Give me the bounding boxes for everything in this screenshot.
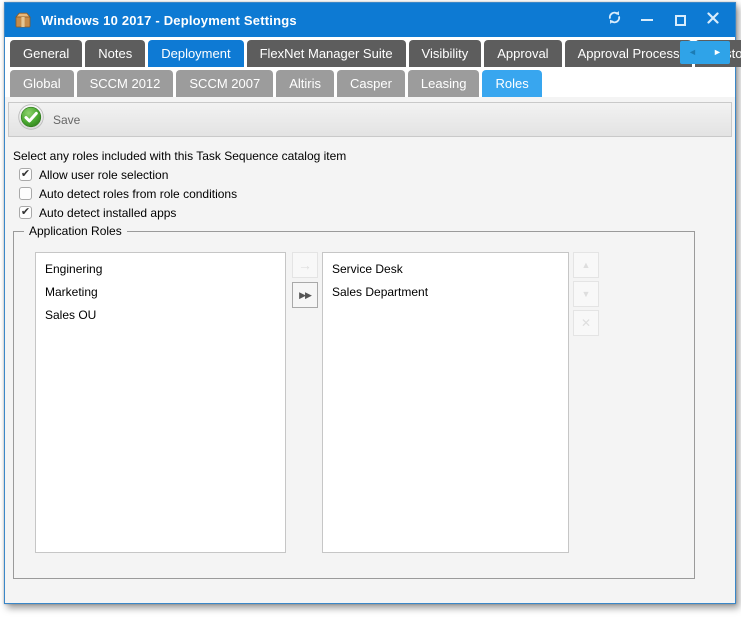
checkbox-label: Auto detect installed apps (39, 206, 176, 220)
maximize-icon (675, 15, 686, 26)
application-roles-groupbox: Application Roles Enginering Marketing S… (13, 231, 695, 579)
available-role-item[interactable]: Marketing (36, 281, 285, 304)
deployment-settings-window: Windows 10 2017 - Deployment Settings (4, 2, 736, 604)
save-button-label: Save (53, 113, 80, 127)
refresh-icon (607, 10, 622, 30)
primary-tab[interactable]: Approval Process (565, 40, 693, 67)
move-all-right-button[interactable]: ▶▶ (292, 282, 318, 308)
checkbox[interactable]: ✔ (19, 187, 32, 200)
check-icon: ✔ (21, 207, 30, 218)
secondary-tab[interactable]: Casper (337, 70, 405, 97)
save-button[interactable]: Save (14, 102, 92, 137)
primary-tab[interactable]: General (10, 40, 82, 67)
primary-tab[interactable]: Approval (484, 40, 561, 67)
primary-tab[interactable]: Notes (85, 40, 145, 67)
primary-tab[interactable]: FlexNet Manager Suite (247, 40, 406, 67)
refresh-button[interactable] (602, 8, 626, 32)
window-title: Windows 10 2017 - Deployment Settings (41, 13, 297, 28)
move-right-button[interactable]: → (292, 252, 318, 278)
groupbox-title: Application Roles (24, 224, 127, 238)
primary-tab[interactable]: Deployment (148, 40, 243, 67)
transfer-arrow-icon: → (298, 258, 312, 272)
checkbox-group: ✔ Allow user role selection ✔ Auto detec… (19, 165, 732, 222)
minimize-button[interactable] (635, 8, 659, 32)
screen: Windows 10 2017 - Deployment Settings (0, 0, 741, 618)
checkbox-label: Allow user role selection (39, 168, 168, 182)
toolbar: Save (8, 102, 732, 137)
assigned-role-item[interactable]: Sales Department (323, 281, 568, 304)
available-role-item[interactable]: Enginering (36, 258, 285, 281)
tab-scroll-buttons: ◄ ► (680, 41, 730, 64)
checkbox-row[interactable]: ✔ Auto detect roles from role conditions (19, 184, 732, 203)
primary-tab[interactable]: Visibility (409, 40, 482, 67)
remove-button[interactable]: ✕ (573, 310, 599, 336)
tab-scroll-right-icon[interactable]: ► (713, 48, 722, 57)
secondary-tab[interactable]: Altiris (276, 70, 334, 97)
checkbox-row[interactable]: ✔ Allow user role selection (19, 165, 732, 184)
secondary-tab[interactable]: SCCM 2007 (176, 70, 273, 97)
window-controls (602, 8, 725, 32)
titlebar[interactable]: Windows 10 2017 - Deployment Settings (5, 3, 735, 37)
primary-tab-bar: General Notes Deployment FlexNet Manager… (5, 37, 735, 67)
secondary-tab[interactable]: Global (10, 70, 74, 97)
checkbox-row[interactable]: ✔ Auto detect installed apps (19, 203, 732, 222)
package-icon (14, 12, 32, 28)
available-roles-list[interactable]: Enginering Marketing Sales OU (35, 252, 286, 553)
assigned-role-item[interactable]: Service Desk (323, 258, 568, 281)
checkbox[interactable]: ✔ (19, 168, 32, 181)
order-buttons: ▲ ▼ ✕ (573, 252, 599, 336)
maximize-button[interactable] (668, 8, 692, 32)
instruction-text: Select any roles included with this Task… (13, 149, 732, 163)
check-icon: ✔ (21, 169, 30, 180)
available-role-item[interactable]: Sales OU (36, 304, 285, 327)
secondary-tab[interactable]: SCCM 2012 (77, 70, 174, 97)
minimize-icon (641, 19, 653, 21)
checkbox[interactable]: ✔ (19, 206, 32, 219)
content-area: Save Select any roles included with this… (5, 97, 735, 603)
close-icon (707, 11, 719, 29)
close-button[interactable] (701, 8, 725, 32)
move-up-button[interactable]: ▲ (573, 252, 599, 278)
secondary-tab[interactable]: Roles (482, 70, 541, 97)
order-icon: ✕ (581, 317, 591, 329)
order-icon: ▲ (582, 261, 591, 270)
transfer-arrow-icon: ▶▶ (299, 291, 311, 300)
tab-scroll-left-icon[interactable]: ◄ (688, 48, 697, 57)
secondary-tab[interactable]: Leasing (408, 70, 480, 97)
checkbox-label: Auto detect roles from role conditions (39, 187, 237, 201)
transfer-buttons: → ▶▶ (292, 252, 318, 308)
assigned-roles-list[interactable]: Service Desk Sales Department (322, 252, 569, 553)
save-check-icon (18, 104, 44, 135)
secondary-tab-bar: Global SCCM 2012 SCCM 2007 Altiris Caspe… (5, 67, 735, 97)
order-icon: ▼ (582, 290, 591, 299)
move-down-button[interactable]: ▼ (573, 281, 599, 307)
